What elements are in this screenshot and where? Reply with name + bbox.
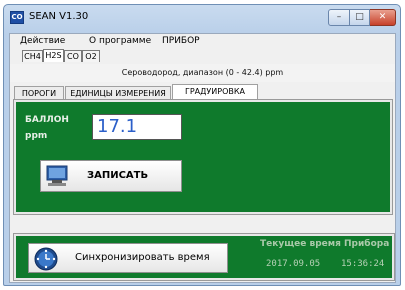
tab-h2s[interactable]: H2S: [43, 49, 64, 62]
gas-description: Сероводород, диапазон (0 - 42.4) ppm: [10, 64, 395, 82]
clock-icon: [34, 247, 58, 271]
time-panel: Синхронизировать время Текущее время При…: [13, 233, 395, 281]
menu-item-about[interactable]: О программе: [89, 36, 151, 46]
window-title: SEAN V1.30: [29, 11, 89, 22]
device-time: 15:36:24: [341, 259, 385, 269]
tab-thresholds[interactable]: ПОРОГИ: [14, 86, 64, 100]
balloon-value-input[interactable]: 17.1: [92, 114, 182, 140]
balloon-label-title: БАЛЛОН: [25, 115, 69, 125]
device-time-caption: Текущее время Прибора: [260, 239, 390, 249]
tab-co[interactable]: CO: [64, 50, 82, 62]
balloon-label-unit: ppm: [25, 131, 48, 141]
calibration-panel: БАЛЛОН ppm 17.1 ЗАПИСАТЬ: [13, 99, 393, 215]
app-window: CO SEAN V1.30 – □ ✕ Действие О программе…: [3, 4, 401, 286]
device-date: 2017.09.05: [266, 259, 321, 269]
tab-units[interactable]: ЕДИНИЦЫ ИЗМЕРЕНИЯ: [65, 86, 171, 100]
title-bar[interactable]: CO SEAN V1.30 – □ ✕: [4, 5, 400, 31]
gas-tabs: CH4 H2S CO O2: [10, 48, 395, 62]
app-icon: CO: [10, 11, 24, 24]
minimize-button[interactable]: –: [328, 9, 350, 26]
settings-tabs: ПОРОГИ ЕДИНИЦЫ ИЗМЕРЕНИЯ ГРАДУИРОВКА: [10, 84, 395, 100]
menu-item-device[interactable]: ПРИБОР: [162, 36, 200, 46]
tab-ch4[interactable]: CH4: [22, 50, 43, 62]
computer-icon: [46, 165, 68, 186]
tab-o2[interactable]: O2: [82, 50, 100, 62]
balloon-label: БАЛЛОН ppm: [25, 112, 69, 144]
menu-bar: Действие О программе ПРИБОР: [10, 34, 395, 49]
tab-calibration[interactable]: ГРАДУИРОВКА: [172, 84, 258, 100]
close-button[interactable]: ✕: [370, 9, 396, 26]
write-button-label: ЗАПИСАТЬ: [87, 170, 149, 181]
menu-item-action[interactable]: Действие: [20, 36, 65, 46]
sync-time-button[interactable]: Синхронизировать время: [28, 243, 228, 273]
write-button[interactable]: ЗАПИСАТЬ: [40, 160, 182, 192]
client-area: Действие О программе ПРИБОР CH4 H2S CO O…: [9, 33, 396, 283]
sync-time-label: Синхронизировать время: [75, 252, 210, 263]
maximize-button[interactable]: □: [350, 9, 370, 26]
